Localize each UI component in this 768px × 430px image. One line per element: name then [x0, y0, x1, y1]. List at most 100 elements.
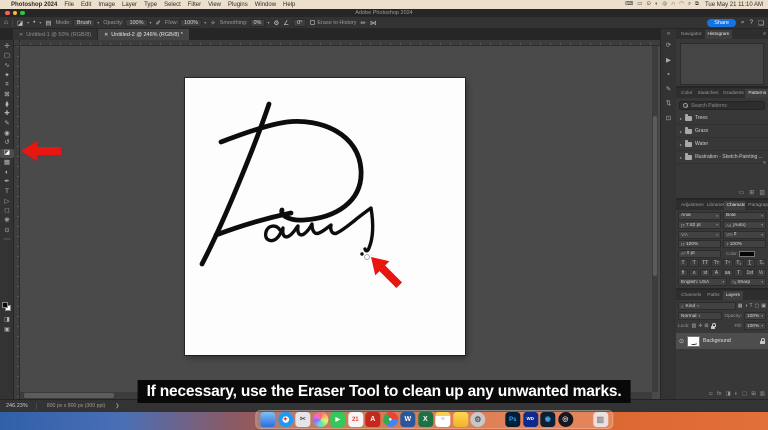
pattern-search[interactable]	[679, 101, 765, 110]
shape-tool[interactable]: ◻	[0, 207, 14, 217]
panel-tab[interactable]: Paragraph	[745, 201, 768, 210]
brush-chevron-icon[interactable]: ▾	[39, 20, 41, 25]
panel-tab[interactable]: Swatches	[695, 89, 720, 98]
lock-artboard-icon[interactable]: ⊞	[704, 323, 708, 329]
menu-type[interactable]: Type	[144, 2, 157, 8]
filter-type-icon[interactable]: T	[749, 303, 752, 309]
sep1[interactable]	[488, 412, 503, 427]
camera-icon[interactable]: ◎	[662, 1, 667, 8]
layer-filter-select[interactable]: ⌕ Kind ▾	[678, 302, 736, 310]
superscript-button[interactable]: T¹	[722, 259, 733, 267]
brush-size-icon[interactable]: •	[33, 19, 35, 26]
gradient-tool[interactable]: ▦	[0, 158, 14, 168]
text-color-swatch[interactable]	[739, 250, 756, 257]
disclosure-triangle-icon[interactable]: ▸	[680, 129, 682, 134]
contextual-alt-button[interactable]: ʌ	[689, 268, 700, 277]
erase-to-history-checkbox[interactable]: Erase to History	[310, 20, 357, 26]
home-icon[interactable]: ⌂	[4, 19, 8, 26]
safari[interactable]: ✦	[277, 412, 293, 427]
keyboard-icon[interactable]: ⌨	[625, 1, 633, 8]
menu-plugins[interactable]: Plugins	[228, 2, 248, 8]
trash[interactable]: ▥	[592, 412, 608, 427]
menu-select[interactable]: Select	[164, 2, 181, 8]
delete-layer-icon[interactable]: ▥	[760, 391, 765, 397]
delete-icon[interactable]: ▥	[759, 189, 765, 196]
settings[interactable]: ⚙	[470, 412, 486, 427]
clone-source-panel-icon[interactable]: ⇅	[666, 100, 671, 108]
panel-tab[interactable]: Histogram	[704, 30, 733, 39]
disclosure-triangle-icon[interactable]: ▸	[680, 116, 682, 121]
layer-fill-field[interactable]: 100% ▾	[743, 322, 766, 330]
acrobat[interactable]: A	[365, 412, 381, 427]
type-tool[interactable]: T	[0, 187, 14, 197]
font-family-select[interactable]: Arial ▾	[678, 211, 721, 220]
panel-tab[interactable]: Gradients	[720, 89, 745, 98]
zoom-level-field[interactable]: 246.23%	[6, 403, 37, 409]
photoshop[interactable]: Ps	[505, 412, 521, 427]
brush-settings-panel-icon[interactable]: ✎	[666, 86, 671, 94]
pattern-folder-row[interactable]: ▸ Illustration - Sketch-Painting ...	[676, 151, 768, 164]
vertical-scale-field[interactable]: IT 100%	[678, 240, 721, 248]
disclosure-triangle-icon[interactable]: ▸	[680, 155, 682, 160]
display-icon[interactable]: ▭	[637, 1, 642, 8]
history-panel-icon[interactable]: ⟳	[666, 42, 671, 50]
pattern-folder-row[interactable]: ▸ Trees	[676, 112, 768, 125]
lock-transparency-icon[interactable]: ▨	[691, 323, 696, 329]
font-style-select[interactable]: Bold ▾	[723, 211, 766, 220]
status-caret-icon[interactable]: ❯	[115, 403, 119, 409]
tab-untitled-2[interactable]: ✕ Untitled-2 @ 246% (RGB/8) *	[98, 29, 189, 40]
visibility-eye-icon[interactable]: ⊙	[679, 338, 684, 345]
panel-tab[interactable]: Adjustments	[678, 201, 704, 210]
new-group-icon[interactable]: ▭	[739, 189, 745, 196]
headphones-icon[interactable]: ∩	[671, 1, 675, 8]
chrome[interactable]: ●	[382, 412, 398, 427]
dodge-tool[interactable]: ◐	[0, 168, 14, 178]
close-tab-icon[interactable]: ✕	[104, 32, 108, 38]
panel-tab[interactable]: Character	[723, 201, 746, 210]
tab-untitled-1[interactable]: ✕ Untitled-1 @ 50% (RGB/8)	[13, 29, 99, 40]
panel-tab[interactable]: Color	[678, 89, 695, 98]
marquee-tool[interactable]: ▢	[0, 52, 14, 62]
smoothing-value[interactable]: 0%	[249, 18, 266, 27]
layer-opacity-field[interactable]: 100% ▾	[743, 312, 766, 320]
group-icon[interactable]: ▢	[742, 391, 747, 397]
healing-brush-tool[interactable]: ✚	[0, 110, 14, 120]
color-swatches[interactable]	[2, 302, 12, 312]
menu-window[interactable]: Window	[255, 2, 276, 8]
hand-tool[interactable]: ❋	[0, 216, 14, 226]
menu-layer[interactable]: Layer	[122, 2, 137, 8]
eyedropper-tool[interactable]: ⧫	[0, 100, 14, 110]
filter-pixel-icon[interactable]: ▦	[738, 303, 743, 309]
excel[interactable]: X	[417, 412, 433, 427]
control-center-icon[interactable]: ⧉	[695, 1, 699, 8]
photos[interactable]	[312, 412, 328, 427]
workspace-switcher-icon[interactable]: ❏	[758, 19, 764, 27]
baseline-shift-field[interactable]: Aª 0 pt	[678, 249, 721, 258]
pattern-folder-row[interactable]: ▸ Grass	[676, 125, 768, 138]
mode-value[interactable]: Brush	[72, 18, 96, 27]
strikethrough-button[interactable]: T̶	[755, 259, 766, 267]
pressure-opacity-icon[interactable]: ✐	[156, 19, 161, 27]
menu-help[interactable]: Help	[283, 2, 295, 8]
angle-value[interactable]: 0°	[293, 18, 307, 27]
filter-shape-icon[interactable]: ▢	[755, 303, 760, 309]
record-icon[interactable]: ⊙	[646, 1, 651, 8]
edit-toolbar[interactable]: ⋯	[0, 236, 14, 246]
ligatures-button[interactable]: fi	[678, 268, 689, 277]
facetime[interactable]: ▶	[330, 412, 346, 427]
menu-photoshop[interactable]: Photoshop 2024	[11, 2, 57, 8]
zoom-tool[interactable]: ⊙	[0, 226, 14, 236]
stop-icon[interactable]: ▪	[667, 71, 669, 79]
quick-mask-button[interactable]: ◨	[0, 316, 14, 323]
spotlight-icon[interactable]: ⌕	[688, 1, 691, 8]
panel-tab[interactable]: Navigator	[678, 30, 705, 39]
text-color-field[interactable]: Color:	[723, 250, 766, 258]
screen-mode-button[interactable]: ▣	[0, 326, 14, 333]
dnd-icon[interactable]: ◐	[655, 1, 658, 8]
lasso-tool[interactable]: ∿	[0, 61, 14, 71]
actions-panel-icon[interactable]: ▶	[666, 57, 671, 65]
antialias-select[interactable]: ªa Sharp ▾	[729, 278, 766, 286]
stylistic-alt-button[interactable]: aa	[722, 268, 733, 277]
panel-menu-icon[interactable]: ≡	[763, 160, 766, 166]
horizontal-scale-field[interactable]: T 100%	[723, 240, 766, 248]
